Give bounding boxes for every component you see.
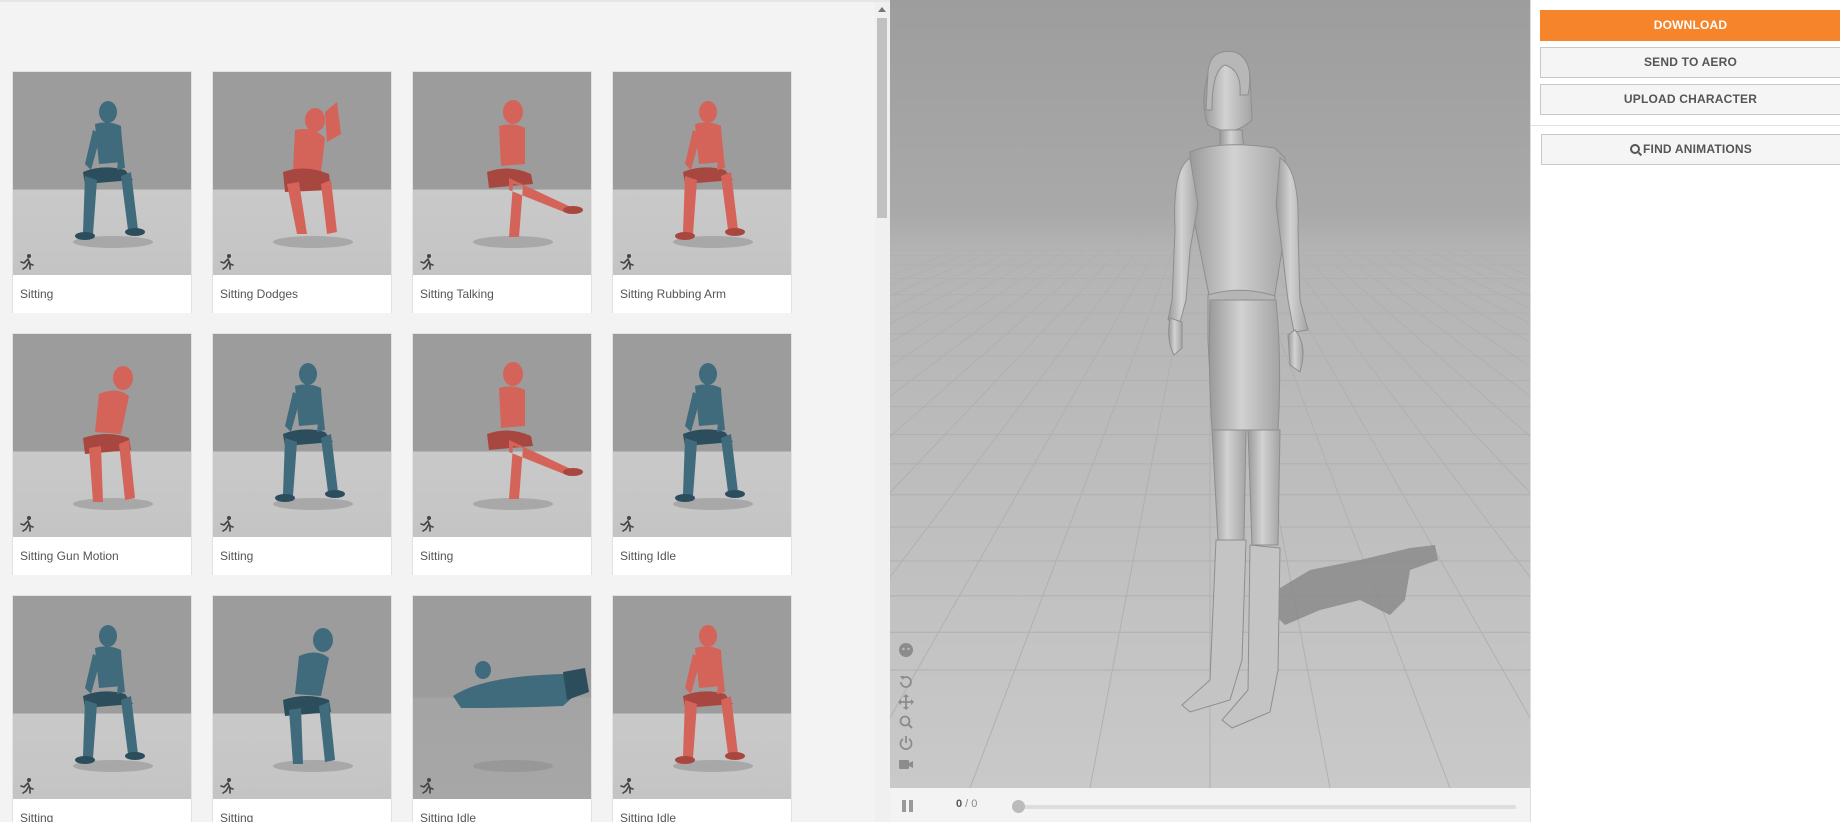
mannequin-figure: [673, 625, 753, 772]
animation-label: Sitting Idle: [613, 537, 791, 575]
grid-scrollbar[interactable]: [875, 2, 890, 822]
rotate-icon[interactable]: [898, 674, 914, 690]
animation-thumbnail[interactable]: [213, 334, 391, 537]
character-viewport[interactable]: [890, 0, 1530, 788]
animation-grid: Sitting Sitting Dodges Sitting Talking S…: [12, 71, 792, 822]
zoom-icon[interactable]: [898, 714, 914, 730]
animation-label: Sitting Talking: [413, 275, 591, 313]
move-icon[interactable]: [898, 694, 914, 710]
frame-counter: 0 / 0: [956, 798, 977, 810]
mannequin-figure: [673, 363, 753, 510]
animation-card[interactable]: Sitting: [12, 71, 192, 313]
animation-grid-panel: Sitting Sitting Dodges Sitting Talking S…: [0, 0, 890, 822]
animation-card[interactable]: Sitting Idle: [612, 333, 792, 575]
total-frames: 0: [971, 798, 978, 810]
animation-thumbnail[interactable]: [213, 596, 391, 799]
viewport-scene[interactable]: [890, 0, 1530, 788]
pause-icon[interactable]: [902, 800, 916, 812]
animation-thumbnail[interactable]: [13, 72, 191, 275]
running-figure-icon: [418, 777, 436, 795]
animation-label: Sitting: [13, 799, 191, 822]
animation-card[interactable]: Sitting Rubbing Arm: [612, 71, 792, 313]
animation-card[interactable]: Sitting Idle: [412, 595, 592, 822]
mannequin-figure: [73, 625, 153, 772]
animation-thumbnail[interactable]: [213, 72, 391, 275]
timeline-knob[interactable]: [1012, 800, 1025, 813]
frame-separator: /: [962, 798, 972, 810]
running-figure-icon: [418, 515, 436, 533]
download-button[interactable]: DOWNLOAD: [1540, 10, 1840, 41]
running-figure-icon: [218, 777, 236, 795]
mannequin-figure: [473, 362, 583, 510]
mannequin-figure: [273, 363, 353, 510]
mannequin-figure: [453, 661, 589, 772]
animation-card[interactable]: Sitting Talking: [412, 71, 592, 313]
animation-card[interactable]: Sitting Idle: [612, 595, 792, 822]
find-animations-button[interactable]: FIND ANIMATIONS: [1541, 134, 1840, 165]
search-icon: [1630, 144, 1640, 154]
animation-thumbnail[interactable]: [613, 334, 791, 537]
running-figure-icon: [18, 515, 36, 533]
mannequin-figure: [273, 102, 353, 248]
running-figure-icon: [618, 515, 636, 533]
running-figure-icon: [418, 253, 436, 271]
animation-card[interactable]: Sitting: [412, 333, 592, 575]
animation-card[interactable]: Sitting: [212, 333, 392, 575]
running-figure-icon: [618, 777, 636, 795]
animation-label: Sitting Idle: [613, 799, 791, 822]
animation-card[interactable]: Sitting: [12, 595, 192, 822]
camera-icon[interactable]: [898, 756, 914, 772]
mannequin-figure: [73, 366, 153, 510]
power-icon[interactable]: [898, 735, 914, 751]
mannequin-figure: [673, 101, 753, 248]
animation-card[interactable]: Sitting Dodges: [212, 71, 392, 313]
animation-thumbnail[interactable]: [13, 334, 191, 537]
mannequin-figure: [273, 628, 353, 772]
animation-player: 0 / 0: [890, 788, 1530, 822]
scrollbar-thumb[interactable]: [877, 18, 887, 218]
action-panel: DOWNLOAD SEND TO AERO UPLOAD CHARACTER F…: [1530, 0, 1840, 822]
send-to-aero-button[interactable]: SEND TO AERO: [1540, 47, 1840, 78]
animation-label: Sitting: [13, 275, 191, 313]
find-animations-label: FIND ANIMATIONS: [1643, 142, 1752, 156]
animation-label: Sitting Gun Motion: [13, 537, 191, 575]
mannequin-figure: [473, 100, 583, 248]
scroll-up-arrow-icon[interactable]: [878, 7, 886, 12]
animation-label: Sitting Idle: [413, 799, 591, 822]
animation-card[interactable]: Sitting Gun Motion: [12, 333, 192, 575]
animation-label: Sitting Dodges: [213, 275, 391, 313]
face-icon[interactable]: [898, 642, 914, 658]
running-figure-icon: [218, 253, 236, 271]
timeline-slider[interactable]: [1012, 800, 1516, 813]
animation-label: Sitting: [413, 537, 591, 575]
panel-divider: [1531, 125, 1840, 126]
running-figure-icon: [618, 253, 636, 271]
running-figure-icon: [18, 777, 36, 795]
running-figure-icon: [18, 253, 36, 271]
animation-thumbnail[interactable]: [613, 596, 791, 799]
animation-label: Sitting Rubbing Arm: [613, 275, 791, 313]
animation-thumbnail[interactable]: [413, 334, 591, 537]
animation-card[interactable]: Sitting: [212, 595, 392, 822]
mannequin-figure: [73, 101, 153, 248]
animation-label: Sitting: [213, 799, 391, 822]
running-figure-icon: [218, 515, 236, 533]
animation-thumbnail[interactable]: [413, 596, 591, 799]
animation-thumbnail[interactable]: [13, 596, 191, 799]
animation-thumbnail[interactable]: [613, 72, 791, 275]
animation-thumbnail[interactable]: [413, 72, 591, 275]
upload-character-button[interactable]: UPLOAD CHARACTER: [1540, 84, 1840, 115]
animation-label: Sitting: [213, 537, 391, 575]
